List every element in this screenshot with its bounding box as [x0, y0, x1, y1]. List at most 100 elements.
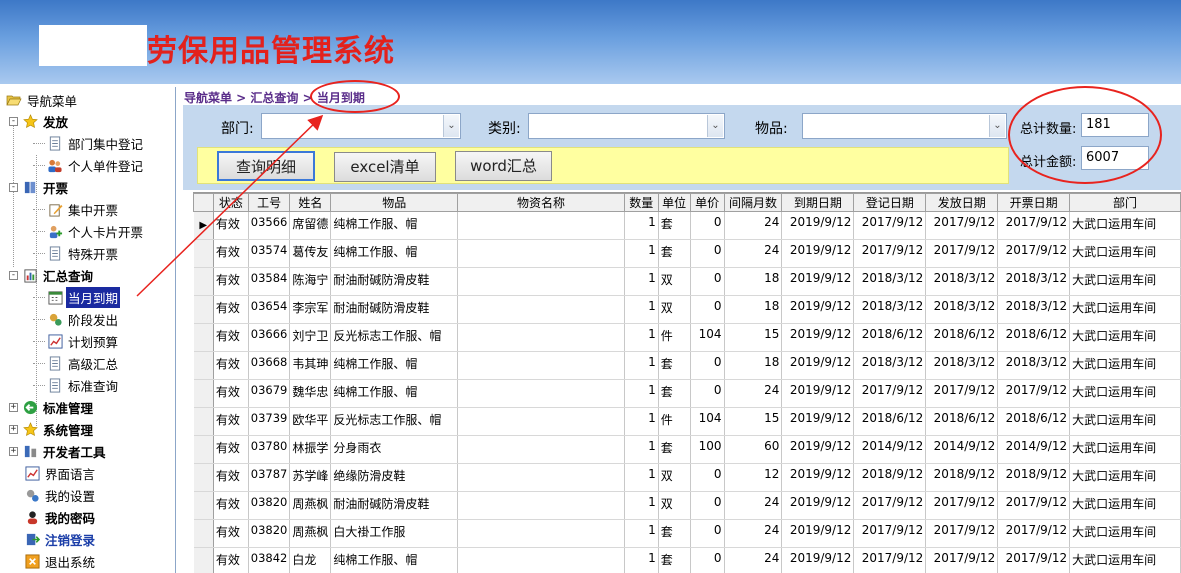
table-cell[interactable]: 欧华平 [289, 407, 332, 436]
column-header[interactable]: 到期日期 [781, 193, 855, 212]
table-row[interactable]: ▶ 有效 03566 席留德 纯棉工作服、帽 1 套 0 24 2019/9/12 2017/9/1… [193, 211, 1181, 240]
sidebar-item-6[interactable]: 个人卡片开票 [33, 220, 175, 242]
row-header[interactable] [193, 547, 214, 573]
table-cell[interactable]: 0 [690, 267, 725, 296]
table-cell[interactable]: 18 [724, 295, 783, 324]
table-cell[interactable]: 套 [658, 211, 691, 240]
table-cell[interactable]: 2019/9/12 [781, 491, 855, 520]
table-cell[interactable]: 03566 [248, 211, 291, 240]
table-cell[interactable]: 2018/3/12 [853, 267, 927, 296]
table-cell[interactable]: 2019/9/12 [781, 323, 855, 352]
table-cell[interactable]: 1 [624, 435, 659, 464]
column-header[interactable]: 开票日期 [997, 193, 1071, 212]
column-header[interactable]: 姓名 [289, 193, 332, 212]
row-header[interactable] [193, 379, 214, 408]
row-header[interactable] [193, 463, 214, 492]
table-row[interactable]: 有效 03584 陈海宁 耐油耐碱防滑皮鞋 1 双 0 18 2019/9/12 2018/3/1… [193, 267, 1181, 296]
table-cell[interactable]: 魏华忠 [289, 379, 332, 408]
table-cell[interactable]: 0 [690, 351, 725, 380]
sidebar-item-2[interactable]: 部门集中登记 [33, 132, 175, 154]
table-cell[interactable]: 0 [690, 239, 725, 268]
table-cell[interactable] [457, 379, 625, 408]
table-cell[interactable]: 2018/3/12 [925, 351, 999, 380]
table-cell[interactable] [457, 295, 625, 324]
sidebar-item-3[interactable]: 个人单件登记 [33, 154, 175, 176]
table-cell[interactable]: 2018/6/12 [925, 407, 999, 436]
table-cell[interactable]: 18 [724, 351, 783, 380]
table-cell[interactable] [457, 211, 625, 240]
table-cell[interactable]: 24 [724, 211, 783, 240]
collapse-icon[interactable]: - [9, 182, 18, 192]
table-cell[interactable]: 林振学 [289, 435, 332, 464]
table-cell[interactable]: 分身雨衣 [330, 435, 459, 464]
table-cell[interactable]: 耐油耐碱防滑皮鞋 [330, 491, 459, 520]
table-cell[interactable]: 双 [658, 267, 691, 296]
table-cell[interactable]: 0 [690, 519, 725, 548]
table-cell[interactable]: 2017/9/12 [925, 519, 999, 548]
table-cell[interactable]: 1 [624, 547, 659, 573]
table-cell[interactable] [457, 407, 625, 436]
table-cell[interactable]: 2019/9/12 [781, 407, 855, 436]
sidebar-item-13[interactable]: 标准查询 [33, 374, 175, 396]
table-row[interactable]: 有效 03787 苏学峰 绝缘防滑皮鞋 1 双 0 12 2019/9/12 2018/9/12 2… [193, 463, 1181, 492]
current-row-indicator-icon[interactable]: ▶ [193, 211, 214, 240]
dept-select[interactable]: ⌄ [261, 113, 461, 139]
table-cell[interactable]: 2019/9/12 [781, 519, 855, 548]
sidebar-item-19[interactable]: 我的密码 [24, 506, 175, 528]
column-header[interactable]: 间隔月数 [723, 193, 783, 212]
table-cell[interactable]: 有效 [213, 211, 249, 240]
sidebar-item-4[interactable]: - 开票 [9, 176, 175, 198]
table-row[interactable]: 有效 03679 魏华忠 纯棉工作服、帽 1 套 0 24 2019/9/12 2017/9/12… [193, 379, 1181, 408]
table-cell[interactable]: 有效 [213, 323, 249, 352]
table-cell[interactable]: 有效 [213, 463, 249, 492]
sidebar-item-21[interactable]: 退出系统 [24, 550, 175, 572]
table-cell[interactable]: 03820 [248, 491, 291, 520]
category-select[interactable]: ⌄ [528, 113, 725, 139]
column-header[interactable]: 数量 [623, 193, 659, 212]
table-cell[interactable]: 有效 [213, 407, 249, 436]
chevron-down-icon[interactable]: ⌄ [989, 115, 1005, 137]
column-header[interactable]: 物品 [330, 193, 459, 212]
table-cell[interactable]: 2014/9/12 [997, 435, 1071, 464]
table-cell[interactable]: 03820 [248, 519, 291, 548]
sidebar-root[interactable]: 导航菜单 [6, 89, 175, 111]
table-cell[interactable]: 耐油耐碱防滑皮鞋 [330, 267, 459, 296]
table-cell[interactable]: 有效 [213, 351, 249, 380]
column-header[interactable]: 状态 [212, 193, 249, 212]
table-row[interactable]: 有效 03820 周燕枫 白大褂工作服 1 套 0 24 2019/9/12 2017/9/12 2… [193, 519, 1181, 548]
sidebar-item-14[interactable]: + 标准管理 [9, 396, 175, 418]
table-cell[interactable]: 2017/9/12 [853, 239, 927, 268]
chevron-down-icon[interactable]: ⌄ [707, 115, 723, 137]
table-cell[interactable]: 24 [724, 547, 783, 573]
table-row[interactable]: 有效 03574 葛传友 纯棉工作服、帽 1 套 0 24 2019/9/12 2017/9/12… [193, 239, 1181, 268]
table-cell[interactable]: 反光标志工作服、帽 [330, 407, 459, 436]
word-summary-button[interactable]: word汇总 [455, 151, 552, 181]
table-cell[interactable]: 有效 [213, 267, 249, 296]
table-cell[interactable]: 03666 [248, 323, 291, 352]
table-cell[interactable]: 韦其珅 [289, 351, 332, 380]
table-cell[interactable]: 双 [658, 491, 691, 520]
table-cell[interactable]: 1 [624, 267, 659, 296]
column-header[interactable]: 工号 [247, 193, 291, 212]
table-cell[interactable]: 2017/9/12 [853, 379, 927, 408]
table-cell[interactable]: 2018/3/12 [997, 267, 1071, 296]
table-cell[interactable]: 2019/9/12 [781, 547, 855, 573]
column-header[interactable]: 登记日期 [853, 193, 927, 212]
table-cell[interactable]: 2018/6/12 [853, 323, 927, 352]
table-cell[interactable]: 2017/9/12 [925, 211, 999, 240]
table-cell[interactable]: 2017/9/12 [925, 491, 999, 520]
table-cell[interactable]: 03842 [248, 547, 291, 573]
table-cell[interactable]: 套 [658, 435, 691, 464]
table-cell[interactable]: 0 [690, 379, 725, 408]
table-cell[interactable] [457, 267, 625, 296]
table-row[interactable]: 有效 03739 欧华平 反光标志工作服、帽 1 件 104 15 2019/9/12 2018/… [193, 407, 1181, 436]
sidebar-item-5[interactable]: 集中开票 [33, 198, 175, 220]
table-cell[interactable]: 2018/3/12 [997, 295, 1071, 324]
sidebar-item-1[interactable]: - 发放 [9, 110, 175, 132]
table-cell[interactable]: 套 [658, 379, 691, 408]
table-cell[interactable]: 2017/9/12 [853, 547, 927, 573]
collapse-icon[interactable]: - [9, 116, 18, 126]
table-cell[interactable]: 2018/3/12 [853, 351, 927, 380]
row-header[interactable] [193, 295, 214, 324]
table-cell[interactable]: 双 [658, 463, 691, 492]
